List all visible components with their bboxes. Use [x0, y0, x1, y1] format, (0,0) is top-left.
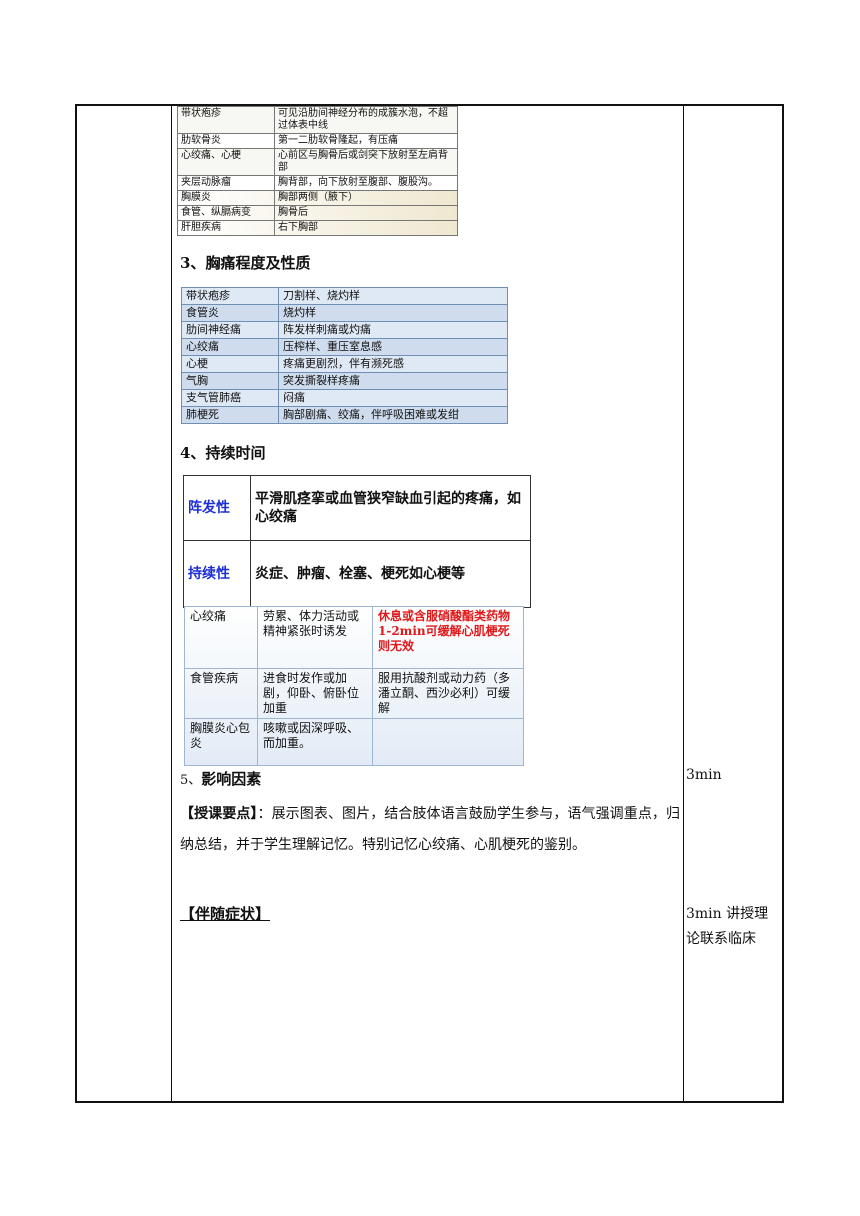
- table-cell: 胸部两侧（腋下）: [274, 190, 458, 206]
- pain-nature-table: 带状疱疹 刀割样、烧灼样 食管炎 烧灼样 肋间神经痛 阵发样刺痛或灼痛 心绞痛 压榨样、…: [181, 287, 508, 424]
- table-row: 带状疱疹 刀割样、烧灼样: [181, 287, 508, 305]
- influencing-factors-table: 心绞痛 劳累、体力活动或精神紧张时诱发 休息或含服硝酸酯类药物1-2min可缓解…: [184, 606, 524, 766]
- table-cell: 心梗: [181, 355, 279, 373]
- table-cell: 炎症、肿瘤、栓塞、梗死如心梗等: [250, 540, 531, 608]
- table-cell: 烧灼样: [278, 304, 508, 322]
- duration-table: 阵发性 平滑肌痉挛或血管狭窄缺血引起的疼痛，如心绞痛 持续性 炎症、肿瘤、栓塞、…: [183, 475, 531, 608]
- section-heading-5: 5、影响因素: [180, 768, 261, 789]
- table-cell: 带状疱疹: [177, 106, 275, 134]
- table-cell: [372, 718, 524, 766]
- table-row: 支气管肺癌 闷痛: [181, 389, 508, 407]
- table-cell: 可见沿肋间神经分布的成簇水泡，不超过体表中线: [274, 106, 458, 134]
- table-cell: 气胸: [181, 372, 279, 390]
- table-cell: 肝胆疾病: [177, 220, 275, 236]
- table-row: 夹层动脉瘤 胸背部，向下放射至腹部、腹股沟。: [177, 175, 458, 191]
- table-cell: 肋软骨炎: [177, 133, 275, 149]
- table-cell: 带状疱疹: [181, 287, 279, 305]
- table-row: 心绞痛、心梗 心前区与胸骨后或剑突下放射至左肩背部: [177, 148, 458, 176]
- table-cell: 支气管肺癌: [181, 389, 279, 407]
- table-row: 持续性 炎症、肿瘤、栓塞、梗死如心梗等: [183, 540, 531, 608]
- table-cell: 突发撕裂样疼痛: [278, 372, 508, 390]
- table-cell: 第一二肋软骨隆起，有压痛: [274, 133, 458, 149]
- table-row: 带状疱疹 可见沿肋间神经分布的成簇水泡，不超过体表中线: [177, 106, 458, 134]
- table-row: 肋间神经痛 阵发样刺痛或灼痛: [181, 321, 508, 339]
- time-note-2: 3min 讲授理论联系临床: [686, 906, 769, 947]
- table-cell: 食管、纵膈病变: [177, 205, 275, 221]
- table-row: 肋软骨炎 第一二肋软骨隆起，有压痛: [177, 133, 458, 149]
- table-cell: 持续性: [183, 540, 251, 608]
- table-cell: 肋间神经痛: [181, 321, 279, 339]
- teaching-points-paragraph: 【授课要点】：展示图表、图片，结合肢体语言鼓励学生参与，语气强调重点，归纳总结，…: [180, 799, 680, 861]
- table-cell: 食管疾病: [184, 668, 258, 719]
- table-cell: 刀割样、烧灼样: [278, 287, 508, 305]
- column-divider: [683, 106, 684, 1101]
- table-cell: 胸膜炎心包炎: [184, 718, 258, 766]
- heading-text: 影响因素: [201, 770, 262, 788]
- time-note-1: 3min: [686, 767, 722, 783]
- table-cell: 咳嗽或因深呼吸、而加重。: [257, 718, 373, 766]
- table-cell: 心绞痛: [184, 606, 258, 669]
- document-page: 带状疱疹 可见沿肋间神经分布的成簇水泡，不超过体表中线 肋软骨炎 第一二肋软骨隆…: [0, 0, 860, 1216]
- section-heading-3: 3、胸痛程度及性质: [180, 252, 310, 273]
- heading-number: 4、: [180, 444, 206, 462]
- table-cell: 劳累、体力活动或精神紧张时诱发: [257, 606, 373, 669]
- table-cell: 压榨样、重压室息感: [278, 338, 508, 356]
- teaching-label: 【授课要点】: [180, 806, 258, 822]
- table-cell: 进食时发作或加剧，仰卧、俯卧位加重: [257, 668, 373, 719]
- column-divider: [171, 106, 172, 1101]
- table-cell: 右下胸部: [274, 220, 458, 236]
- table-cell: 胸部剧痛、绞痛，伴呼吸困难或发绀: [278, 406, 508, 424]
- lesson-table: 带状疱疹 可见沿肋间神经分布的成簇水泡，不超过体表中线 肋软骨炎 第一二肋软骨隆…: [75, 104, 784, 1103]
- table-cell: 胸背部，向下放射至腹部、腹股沟。: [274, 175, 458, 191]
- table-cell: 闷痛: [278, 389, 508, 407]
- table-cell: 胸骨后: [274, 205, 458, 221]
- heading-text: 持续时间: [205, 444, 266, 462]
- table-cell: 休息或含服硝酸酯类药物1-2min可缓解心肌梗死则无效: [372, 606, 524, 669]
- section-heading-4: 4、持续时间: [180, 442, 265, 463]
- table-cell: 服用抗酸剂或动力药（多潘立酮、西沙必利）可缓解: [372, 668, 524, 719]
- table-row: 阵发性 平滑肌痉挛或血管狭窄缺血引起的疼痛，如心绞痛: [183, 475, 531, 541]
- table-cell: 阵发性: [183, 475, 251, 541]
- table-cell: 胸膜炎: [177, 190, 275, 206]
- table-row: 食管疾病 进食时发作或加剧，仰卧、俯卧位加重 服用抗酸剂或动力药（多潘立酮、西沙…: [184, 668, 524, 719]
- table-cell: 心绞痛: [181, 338, 279, 356]
- content-column: 带状疱疹 可见沿肋间神经分布的成簇水泡，不超过体表中线 肋软骨炎 第一二肋软骨隆…: [174, 106, 681, 1101]
- table-cell: 心前区与胸骨后或剑突下放射至左肩背部: [274, 148, 458, 176]
- table-row: 食管、纵膈病变 胸骨后: [177, 205, 458, 221]
- table-row: 食管炎 烧灼样: [181, 304, 508, 322]
- table-row: 肺梗死 胸部剧痛、绞痛，伴呼吸困难或发绀: [181, 406, 508, 424]
- table-row: 心梗 疼痛更剧烈，伴有濒死感: [181, 355, 508, 373]
- table-row: 气胸 突发撕裂样疼痛: [181, 372, 508, 390]
- table-cell: 阵发样刺痛或灼痛: [278, 321, 508, 339]
- heading-text: 胸痛程度及性质: [205, 254, 311, 272]
- table-cell: 食管炎: [181, 304, 279, 322]
- heading-number: 3、: [180, 254, 206, 272]
- table-cell: 夹层动脉瘤: [177, 175, 275, 191]
- table-cell: 平滑肌痉挛或血管狭窄缺血引起的疼痛，如心绞痛: [250, 475, 531, 541]
- table-row: 心绞痛 压榨样、重压室息感: [181, 338, 508, 356]
- accompany-symptoms-heading: 【伴随症状】: [180, 905, 271, 923]
- table-cell: 肺梗死: [181, 406, 279, 424]
- table-cell: 心绞痛、心梗: [177, 148, 275, 176]
- pain-location-table: 带状疱疹 可见沿肋间神经分布的成簇水泡，不超过体表中线 肋软骨炎 第一二肋软骨隆…: [177, 106, 458, 236]
- table-row: 胸膜炎 胸部两侧（腋下）: [177, 190, 458, 206]
- table-row: 胸膜炎心包炎 咳嗽或因深呼吸、而加重。: [184, 718, 524, 766]
- table-row: 肝胆疾病 右下胸部: [177, 220, 458, 236]
- table-cell: 疼痛更剧烈，伴有濒死感: [278, 355, 508, 373]
- heading-number: 5、: [180, 773, 202, 788]
- table-row: 心绞痛 劳累、体力活动或精神紧张时诱发 休息或含服硝酸酯类药物1-2min可缓解…: [184, 606, 524, 669]
